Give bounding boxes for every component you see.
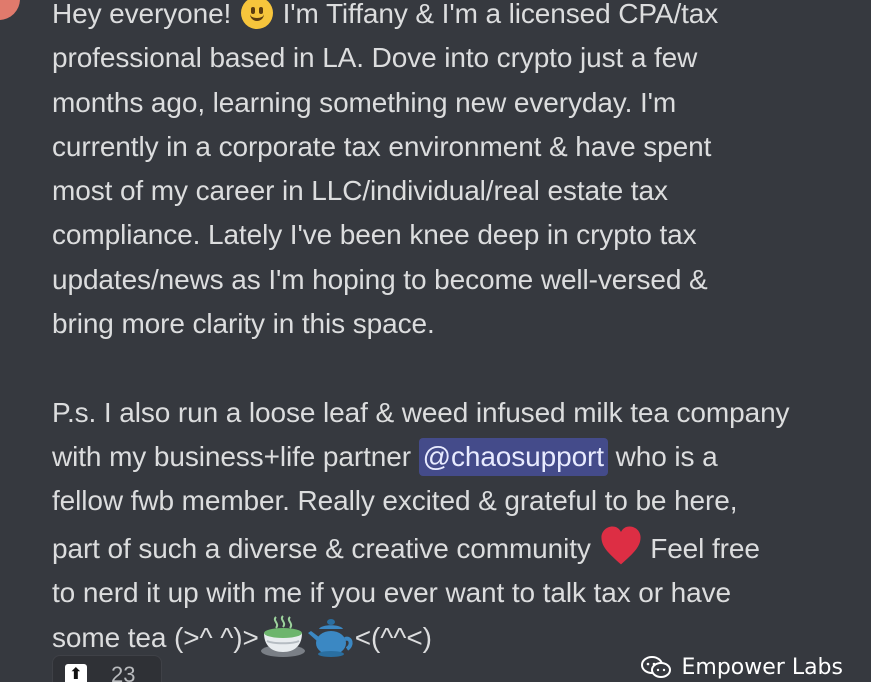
message-text: Hey everyone! <box>52 0 232 29</box>
red-heart-icon <box>600 526 641 564</box>
reaction-button[interactable]: ⬆ 23 <box>52 655 162 682</box>
message-text: who is a <box>615 440 718 472</box>
message-text: to nerd it up with me if you ever want t… <box>52 576 731 608</box>
message-text: <(^^<) <box>354 622 432 654</box>
message-content: Hey everyone! I'm Tiffany & I'm a licens… <box>52 0 867 660</box>
user-mention[interactable]: @chaosupport <box>418 437 608 476</box>
message-text: most of my career in LLC/individual/real… <box>52 175 668 207</box>
message-text: professional based in LA. Dove into cryp… <box>52 42 698 74</box>
reaction-count: 23 <box>111 662 136 682</box>
message-text: currently in a corporate tax environment… <box>52 130 712 162</box>
message-text: I'm Tiffany & I'm a licensed CPA/tax <box>282 0 719 29</box>
message-text: bring more clarity in this space. <box>52 308 435 340</box>
slightly-smiling-face-icon <box>240 0 273 29</box>
message-text: some tea (>^ ^)> <box>52 622 259 654</box>
green-tea-cup-icon <box>260 615 305 658</box>
wechat-icon <box>640 656 671 678</box>
message-text: fellow fwb member. Really excited & grat… <box>52 485 738 517</box>
message-text: months ago, learning something new every… <box>52 86 677 118</box>
message-text: part of such a diverse & creative commun… <box>52 532 591 564</box>
message-text: compliance. Lately I've been knee deep i… <box>52 219 697 251</box>
chat-view: Hey everyone! I'm Tiffany & I'm a licens… <box>0 0 871 682</box>
watermark: Empower Labs <box>640 652 844 682</box>
message-text: with my business+life partner <box>52 440 411 472</box>
up-arrow-icon: ⬆ <box>65 664 87 682</box>
message-text: P.s. I also run a loose leaf & weed infu… <box>52 396 790 428</box>
message-text: Feel free <box>650 532 760 564</box>
message-paragraph-intro: Hey everyone! I'm Tiffany & I'm a licens… <box>52 0 867 346</box>
message-paragraph-ps: P.s. I also run a loose leaf & weed infu… <box>52 391 867 661</box>
avatar[interactable] <box>0 0 20 20</box>
watermark-text: Empower Labs <box>681 654 844 680</box>
teapot-icon <box>307 619 353 658</box>
message-text: updates/news as I'm hoping to become wel… <box>52 263 708 295</box>
